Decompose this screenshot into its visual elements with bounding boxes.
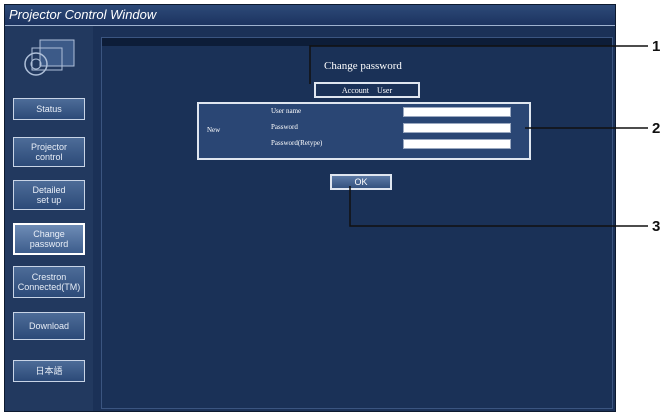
sidebar-item-crestron-connected[interactable]: Crestron Connected(TM) bbox=[13, 266, 85, 298]
page-title: Change password bbox=[324, 60, 402, 72]
ok-button[interactable]: OK bbox=[330, 174, 392, 190]
new-section-label: New bbox=[207, 126, 221, 134]
account-display: Account User bbox=[314, 82, 420, 98]
sidebar-item-change-password[interactable]: Change password bbox=[13, 223, 85, 255]
callout-number-2: 2 bbox=[652, 120, 660, 137]
password-retype-label: Password(Retype) bbox=[271, 139, 323, 147]
window-title: Projector Control Window bbox=[9, 7, 157, 22]
content-header-strip bbox=[102, 38, 612, 46]
password-retype-input[interactable] bbox=[403, 139, 511, 149]
sidebar-item-status[interactable]: Status bbox=[13, 98, 85, 120]
main-content: Change password Account User New User na… bbox=[101, 37, 613, 409]
projector-logo-icon bbox=[24, 39, 75, 76]
new-credentials-form: New User name Password Password(Retype) bbox=[197, 102, 531, 160]
user-name-input[interactable] bbox=[403, 107, 511, 117]
account-label: Account bbox=[341, 85, 369, 95]
callout-number-3: 3 bbox=[652, 218, 660, 235]
sidebar-item-projector-control[interactable]: Projector control bbox=[13, 137, 85, 167]
password-input[interactable] bbox=[403, 123, 511, 133]
title-bar: Projector Control Window bbox=[5, 5, 615, 26]
user-name-label: User name bbox=[271, 107, 302, 115]
callout-number-1: 1 bbox=[652, 38, 660, 55]
sidebar: Status Projector control Detailed set up… bbox=[5, 26, 93, 411]
password-label: Password bbox=[271, 123, 298, 131]
account-value: User bbox=[377, 85, 393, 95]
sidebar-item-japanese[interactable]: 日本語 bbox=[13, 360, 85, 382]
sidebar-item-download[interactable]: Download bbox=[13, 312, 85, 340]
projector-control-window: Projector Control Window Status Projecto… bbox=[4, 4, 616, 412]
sidebar-item-detailed-set-up[interactable]: Detailed set up bbox=[13, 180, 85, 210]
